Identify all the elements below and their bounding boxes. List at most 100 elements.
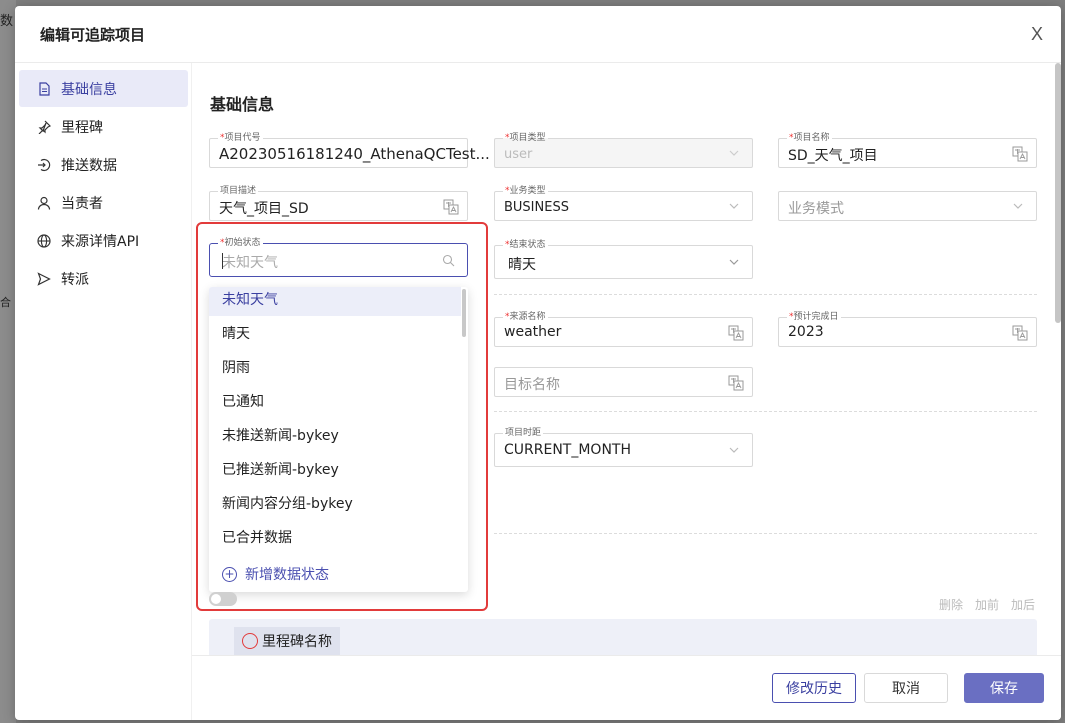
add-after-action[interactable]: 加后: [1011, 596, 1035, 613]
target-name-field[interactable]: 目标名称: [494, 367, 753, 397]
chevron-down-icon: [1013, 203, 1023, 209]
business-mode-field[interactable]: 业务模式: [778, 191, 1037, 221]
project-period-label: 项目时距: [503, 427, 544, 439]
translate-icon[interactable]: [728, 325, 744, 341]
initial-state-search-input[interactable]: *初始状态 未知天气: [209, 237, 468, 277]
business-type-field[interactable]: *业务类型 BUSINESS: [494, 185, 753, 221]
project-type-label: *项目类型: [503, 132, 548, 144]
translate-icon[interactable]: [443, 199, 459, 215]
translate-icon[interactable]: [1012, 146, 1028, 162]
initial-state-label: *初始状态: [218, 237, 263, 249]
business-type-value: BUSINESS: [504, 200, 569, 215]
add-data-state-button[interactable]: + 新增数据状态: [222, 564, 329, 584]
project-desc-value: 天气_项目_SD: [219, 201, 309, 217]
modal-header: 编辑可追踪项目 X: [15, 6, 1061, 63]
add-before-action[interactable]: 加前: [975, 596, 999, 613]
dropdown-scrollbar[interactable]: [462, 289, 466, 337]
translate-icon[interactable]: [1012, 325, 1028, 341]
project-code-value: A20230516181240_AthenaQCTest...: [219, 145, 490, 163]
divider: [494, 294, 1037, 295]
sidenav: 基础信息 里程碑 推送数据 当责者 来源详情API 转派: [15, 63, 192, 720]
project-name-field[interactable]: *项目名称 SD_天气_项目: [778, 132, 1037, 168]
project-code-label: *项目代号: [218, 132, 263, 144]
sidebar-item-owner[interactable]: 当责者: [19, 184, 188, 221]
sidebar-item-push-data[interactable]: 推送数据: [19, 146, 188, 183]
planned-date-field[interactable]: *预计完成日 2023: [778, 311, 1037, 347]
send-icon: [37, 271, 51, 286]
push-icon: [37, 158, 51, 172]
project-period-field[interactable]: 项目时距 CURRENT_MONTH: [494, 427, 753, 467]
sidebar-item-milestone[interactable]: 里程碑: [19, 108, 188, 145]
project-desc-field[interactable]: 项目描述 天气_项目_SD: [209, 185, 468, 221]
dropdown-option[interactable]: 阴雨: [209, 350, 461, 384]
background-text-mid: 合: [0, 296, 11, 309]
project-period-value: CURRENT_MONTH: [504, 442, 631, 458]
chevron-down-icon: [729, 150, 739, 156]
text-cursor: [222, 253, 223, 269]
business-mode-placeholder: 业务模式: [788, 201, 844, 217]
end-state-value: 晴天: [508, 257, 536, 273]
sidebar-item-transfer[interactable]: 转派: [19, 260, 188, 297]
background-strip: [0, 0, 16, 723]
dropdown-option[interactable]: 已合并数据: [209, 520, 461, 554]
dropdown-option[interactable]: 新闻内容分组-bykey: [209, 486, 461, 520]
dropdown-option[interactable]: 晴天: [209, 316, 461, 350]
chevron-down-icon: [729, 447, 739, 453]
add-data-state-label: 新增数据状态: [245, 567, 329, 583]
translate-icon[interactable]: [728, 375, 744, 391]
user-icon: [37, 196, 51, 210]
initial-state-placeholder: 未知天气: [222, 255, 278, 271]
background-text-top: 数: [0, 14, 14, 29]
chevron-down-icon: [729, 259, 739, 265]
milestone-name-chip: 里程碑名称: [234, 627, 340, 655]
plus-circle-icon: +: [222, 566, 237, 582]
modal-title: 编辑可追踪项目: [40, 26, 146, 44]
project-type-field: *项目类型 user: [494, 132, 753, 168]
source-name-value: weather: [504, 324, 562, 340]
close-icon[interactable]: X: [1031, 24, 1043, 45]
dropdown-option[interactable]: 未知天气: [209, 287, 461, 316]
divider: [494, 411, 1037, 412]
source-name-label: *来源名称: [503, 311, 548, 323]
document-icon: [37, 81, 51, 96]
initial-state-dropdown: 未知天气 晴天 阴雨 已通知 未推送新闻-bykey 已推送新闻-bykey 新…: [209, 287, 468, 592]
dropdown-option[interactable]: 已推送新闻-bykey: [209, 452, 461, 486]
toggle-switch[interactable]: [209, 592, 237, 606]
project-name-value: SD_天气_项目: [788, 148, 878, 164]
planned-date-label: *预计完成日: [787, 311, 841, 323]
source-name-field[interactable]: *来源名称 weather: [494, 311, 753, 347]
project-type-value: user: [504, 147, 533, 162]
sidebar-item-label: 基础信息: [61, 81, 117, 98]
search-icon: [442, 254, 455, 267]
sidebar-item-basic-info[interactable]: 基础信息: [19, 70, 188, 107]
chevron-down-icon: [729, 203, 739, 209]
sidebar-item-label: 来源详情API: [61, 233, 140, 250]
section-title: 基础信息: [210, 95, 275, 114]
sidebar-item-label: 里程碑: [61, 119, 103, 136]
dropdown-option[interactable]: 未推送新闻-bykey: [209, 418, 461, 452]
edit-project-modal: 编辑可追踪项目 X 基础信息 里程碑 推送数据 当责者 来源详情API 转派 基…: [15, 6, 1061, 720]
dropdown-option[interactable]: 已通知: [209, 384, 461, 418]
content-scrollbar[interactable]: [1055, 63, 1061, 323]
milestone-name-label: 里程碑名称: [262, 634, 332, 650]
end-state-label: *结束状态: [503, 239, 548, 251]
sidebar-item-label: 当责者: [61, 195, 103, 212]
divider: [494, 533, 1037, 534]
sidebar-item-source-api[interactable]: 来源详情API: [19, 222, 188, 259]
project-name-label: *项目名称: [787, 132, 832, 144]
sidebar-item-label: 转派: [61, 271, 89, 288]
project-code-field[interactable]: *项目代号 A20230516181240_AthenaQCTest...: [209, 132, 490, 168]
planned-date-value: 2023: [788, 324, 824, 340]
target-name-placeholder: 目标名称: [504, 377, 560, 393]
pin-icon: [37, 120, 51, 134]
modal-footer: 修改历史 取消 保存: [192, 655, 1061, 720]
save-button[interactable]: 保存: [964, 673, 1044, 703]
history-button[interactable]: 修改历史: [772, 673, 856, 703]
end-state-field[interactable]: *结束状态 晴天: [494, 239, 753, 279]
delete-action[interactable]: 删除: [939, 596, 963, 613]
circle-icon: [242, 633, 258, 649]
sidebar-item-label: 推送数据: [61, 157, 117, 174]
globe-icon: [37, 233, 51, 248]
cancel-button[interactable]: 取消: [864, 673, 948, 703]
business-type-label: *业务类型: [503, 185, 548, 197]
